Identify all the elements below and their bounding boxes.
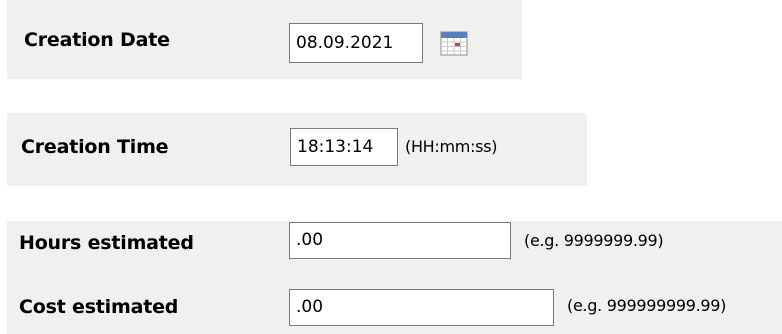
cost-estimated-label: Cost estimated — [19, 296, 179, 318]
hours-estimated-example-hint: (e.g. 9999999.99) — [524, 231, 664, 250]
hours-estimated-field[interactable]: .00 — [289, 222, 511, 259]
creation-date-label: Creation Date — [24, 29, 170, 51]
creation-time-label: Creation Time — [21, 136, 169, 158]
creation-time-field[interactable]: 18:13:14 — [290, 128, 398, 166]
calendar-icon[interactable] — [440, 30, 468, 56]
cost-estimated-example-hint: (e.g. 999999999.99) — [567, 296, 727, 315]
cost-estimated-field[interactable]: .00 — [289, 289, 554, 326]
creation-date-field[interactable]: 08.09.2021 — [289, 23, 423, 63]
creation-time-format-hint: (HH:mm:ss) — [405, 137, 498, 156]
hours-estimated-label: Hours estimated — [19, 232, 194, 254]
